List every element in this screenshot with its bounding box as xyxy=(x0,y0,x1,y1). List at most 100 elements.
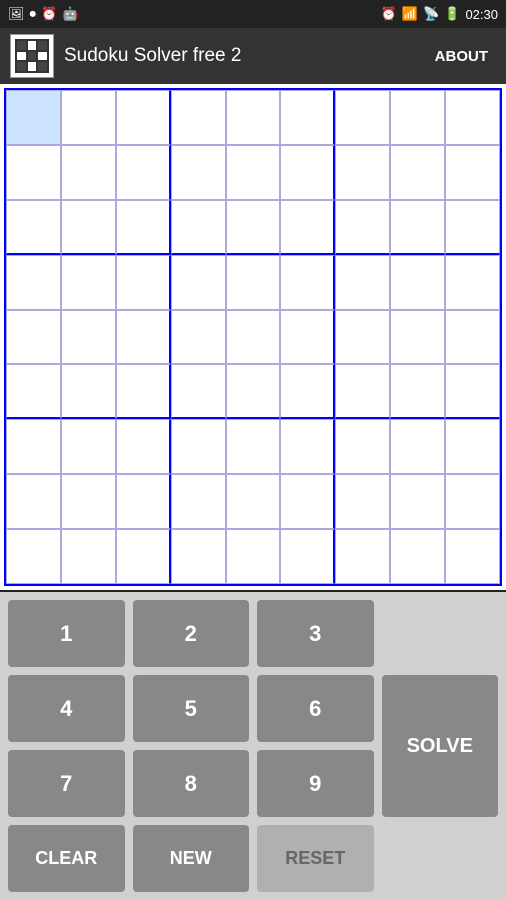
sudoku-cell-4-5[interactable] xyxy=(280,310,335,365)
sudoku-cell-3-5[interactable] xyxy=(280,255,335,310)
sudoku-cell-3-7[interactable] xyxy=(390,255,445,310)
digit-8-button[interactable]: 8 xyxy=(133,750,250,817)
sudoku-cell-5-2[interactable] xyxy=(116,364,171,419)
digit-6-button[interactable]: 6 xyxy=(257,675,374,742)
sudoku-cell-1-1[interactable] xyxy=(61,145,116,200)
clear-button[interactable]: CLEAR xyxy=(8,825,125,892)
sudoku-cell-2-1[interactable] xyxy=(61,200,116,255)
sudoku-cell-1-3[interactable] xyxy=(171,145,226,200)
sudoku-cell-2-5[interactable] xyxy=(280,200,335,255)
sudoku-cell-8-2[interactable] xyxy=(116,529,171,584)
sudoku-cell-7-2[interactable] xyxy=(116,474,171,529)
status-bar: 🖼 ⏺ ⏰ 🤖 ⏰ 📶 📡 🔋 02:30 xyxy=(0,0,506,28)
sudoku-cell-6-4[interactable] xyxy=(226,419,281,474)
sudoku-cell-0-6[interactable] xyxy=(335,90,390,145)
sudoku-cell-8-6[interactable] xyxy=(335,529,390,584)
sudoku-cell-2-3[interactable] xyxy=(171,200,226,255)
image-icon: 🖼 xyxy=(8,6,25,22)
sudoku-cell-4-8[interactable] xyxy=(445,310,500,365)
sudoku-cell-4-0[interactable] xyxy=(6,310,61,365)
sudoku-cell-8-8[interactable] xyxy=(445,529,500,584)
sudoku-cell-1-0[interactable] xyxy=(6,145,61,200)
digit-1-button[interactable]: 1 xyxy=(8,600,125,667)
sudoku-cell-7-7[interactable] xyxy=(390,474,445,529)
sudoku-cell-4-4[interactable] xyxy=(226,310,281,365)
sudoku-cell-6-1[interactable] xyxy=(61,419,116,474)
sudoku-cell-6-8[interactable] xyxy=(445,419,500,474)
digit-7-button[interactable]: 7 xyxy=(8,750,125,817)
sudoku-cell-4-3[interactable] xyxy=(171,310,226,365)
sudoku-cell-0-0[interactable] xyxy=(6,90,61,145)
sudoku-cell-5-1[interactable] xyxy=(61,364,116,419)
digit-9-button[interactable]: 9 xyxy=(257,750,374,817)
sudoku-cell-2-7[interactable] xyxy=(390,200,445,255)
about-button[interactable]: ABOUT xyxy=(427,44,496,69)
sudoku-cell-6-3[interactable] xyxy=(171,419,226,474)
sudoku-cell-8-4[interactable] xyxy=(226,529,281,584)
sudoku-cell-8-7[interactable] xyxy=(390,529,445,584)
sudoku-cell-8-1[interactable] xyxy=(61,529,116,584)
sudoku-cell-5-6[interactable] xyxy=(335,364,390,419)
reset-button[interactable]: RESET xyxy=(257,825,374,892)
sudoku-cell-0-8[interactable] xyxy=(445,90,500,145)
sudoku-cell-7-8[interactable] xyxy=(445,474,500,529)
sudoku-cell-2-2[interactable] xyxy=(116,200,171,255)
sudoku-cell-7-1[interactable] xyxy=(61,474,116,529)
sudoku-cell-0-4[interactable] xyxy=(226,90,281,145)
sudoku-cell-3-3[interactable] xyxy=(171,255,226,310)
sudoku-cell-6-2[interactable] xyxy=(116,419,171,474)
sudoku-cell-2-4[interactable] xyxy=(226,200,281,255)
sudoku-cell-2-0[interactable] xyxy=(6,200,61,255)
sudoku-cell-2-8[interactable] xyxy=(445,200,500,255)
digit-3-button[interactable]: 3 xyxy=(257,600,374,667)
sudoku-cell-1-7[interactable] xyxy=(390,145,445,200)
sudoku-cell-0-1[interactable] xyxy=(61,90,116,145)
sudoku-cell-4-7[interactable] xyxy=(390,310,445,365)
sudoku-cell-7-3[interactable] xyxy=(171,474,226,529)
digit-5-button[interactable]: 5 xyxy=(133,675,250,742)
sudoku-cell-6-5[interactable] xyxy=(280,419,335,474)
sudoku-cell-3-6[interactable] xyxy=(335,255,390,310)
sudoku-cell-5-8[interactable] xyxy=(445,364,500,419)
sudoku-cell-3-0[interactable] xyxy=(6,255,61,310)
sudoku-cell-0-5[interactable] xyxy=(280,90,335,145)
icon-cell xyxy=(27,40,38,51)
sudoku-cell-3-8[interactable] xyxy=(445,255,500,310)
solve-button[interactable]: SOLVE xyxy=(382,675,499,817)
sudoku-cell-1-2[interactable] xyxy=(116,145,171,200)
sudoku-cell-1-4[interactable] xyxy=(226,145,281,200)
sudoku-cell-7-0[interactable] xyxy=(6,474,61,529)
sudoku-cell-5-7[interactable] xyxy=(390,364,445,419)
sudoku-cell-8-5[interactable] xyxy=(280,529,335,584)
sudoku-cell-6-0[interactable] xyxy=(6,419,61,474)
sudoku-cell-1-8[interactable] xyxy=(445,145,500,200)
sudoku-cell-4-1[interactable] xyxy=(61,310,116,365)
sudoku-cell-1-5[interactable] xyxy=(280,145,335,200)
sudoku-cell-3-2[interactable] xyxy=(116,255,171,310)
new-button[interactable]: NEW xyxy=(133,825,250,892)
sudoku-cell-0-2[interactable] xyxy=(116,90,171,145)
sudoku-cell-8-0[interactable] xyxy=(6,529,61,584)
sudoku-cell-5-3[interactable] xyxy=(171,364,226,419)
sudoku-cell-0-3[interactable] xyxy=(171,90,226,145)
sudoku-cell-3-4[interactable] xyxy=(226,255,281,310)
sudoku-cell-5-5[interactable] xyxy=(280,364,335,419)
sudoku-cell-1-6[interactable] xyxy=(335,145,390,200)
icon-cell xyxy=(16,61,27,72)
sudoku-cell-7-5[interactable] xyxy=(280,474,335,529)
sudoku-cell-4-6[interactable] xyxy=(335,310,390,365)
sudoku-cell-7-4[interactable] xyxy=(226,474,281,529)
sudoku-cell-6-6[interactable] xyxy=(335,419,390,474)
digit-2-button[interactable]: 2 xyxy=(133,600,250,667)
app-icon-grid xyxy=(15,39,49,73)
sudoku-cell-4-2[interactable] xyxy=(116,310,171,365)
sudoku-cell-8-3[interactable] xyxy=(171,529,226,584)
sudoku-cell-2-6[interactable] xyxy=(335,200,390,255)
sudoku-cell-3-1[interactable] xyxy=(61,255,116,310)
sudoku-cell-6-7[interactable] xyxy=(390,419,445,474)
sudoku-cell-5-4[interactable] xyxy=(226,364,281,419)
digit-4-button[interactable]: 4 xyxy=(8,675,125,742)
sudoku-cell-0-7[interactable] xyxy=(390,90,445,145)
sudoku-cell-7-6[interactable] xyxy=(335,474,390,529)
sudoku-cell-5-0[interactable] xyxy=(6,364,61,419)
